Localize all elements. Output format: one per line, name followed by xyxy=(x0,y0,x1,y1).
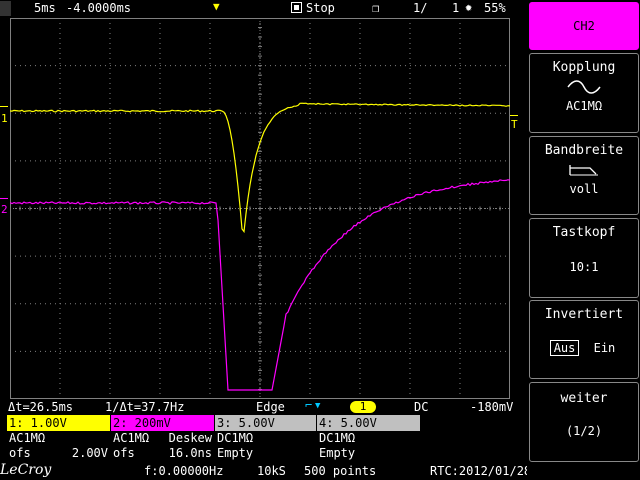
ch1-offset-row: ofs 2.00V xyxy=(7,446,110,461)
page-indicator: 1/ xyxy=(413,1,428,15)
ch3-info[interactable]: 3: 5.00V DC1MΩ Empty xyxy=(215,415,316,461)
probe-button[interactable]: Tastkopf 10:1 xyxy=(529,218,639,298)
menu-page-indicator: (1/2) xyxy=(565,424,603,438)
ch2-offset-row: ofs 16.0ns xyxy=(111,446,214,461)
trigger-coupling: DC xyxy=(414,400,429,414)
frequency-counter: f:0.00000Hz xyxy=(144,464,224,478)
ch2-coupling-row: AC1MΩ Deskew xyxy=(111,431,214,446)
probe-title: Tastkopf xyxy=(552,225,616,240)
invert-off-option[interactable]: Aus xyxy=(549,340,580,356)
invert-on-option[interactable]: Ein xyxy=(591,341,619,355)
ch2-coupling: AC1MΩ xyxy=(113,431,150,445)
delta-t: Δt=26.5ms xyxy=(8,400,74,414)
next-page-title: weiter xyxy=(560,391,608,406)
ch1-scale: 1: 1.00V xyxy=(7,415,110,431)
coupling-title: Kopplung xyxy=(552,60,616,75)
trigger-position-icon: ▼ xyxy=(213,0,220,13)
next-page-button[interactable]: weiter (1/2) xyxy=(529,382,639,462)
softkey-menu: CH2 Kopplung AC1MΩ Bandbreite voll Tastk… xyxy=(527,0,640,480)
invert-button[interactable]: Invertiert Aus Ein xyxy=(529,300,639,379)
ch2-offset-label: ofs xyxy=(113,446,135,460)
measurement-bar: Δt=26.5ms 1/Δt=37.7Hz Edge ⌐ ▼ 1 DC -180… xyxy=(0,398,527,415)
ch1-coupling: AC1MΩ xyxy=(9,431,46,445)
timebase: 5ms xyxy=(34,1,56,15)
battery-level: 55% xyxy=(484,1,506,15)
waveform-display[interactable] xyxy=(9,17,511,400)
bandwidth-filter-icon xyxy=(530,162,638,182)
coupling-button[interactable]: Kopplung AC1MΩ xyxy=(529,53,639,133)
ch3-status: Empty xyxy=(217,446,254,460)
ch3-coupling: DC1MΩ xyxy=(217,431,254,445)
trigger-mode[interactable]: Stop xyxy=(306,1,335,15)
ch4-status: Empty xyxy=(319,446,356,460)
ch4-info[interactable]: 4: 5.00V DC1MΩ Empty xyxy=(317,415,420,461)
acquisition-count: 1 xyxy=(452,1,460,15)
bandwidth-value: voll xyxy=(569,182,599,196)
run-indicator xyxy=(0,1,11,16)
menu-channel-header[interactable]: CH2 xyxy=(529,2,639,50)
grid xyxy=(9,17,511,400)
coupling-value: AC1MΩ xyxy=(565,99,603,113)
ac-coupling-icon xyxy=(530,79,638,99)
sample-rate: 10kS xyxy=(257,464,286,478)
waveform-canvas xyxy=(9,17,511,400)
ch4-coupling: DC1MΩ xyxy=(319,431,356,445)
probe-value: 10:1 xyxy=(569,260,599,274)
edge-icon: ⌐ xyxy=(305,398,313,412)
invert-title: Invertiert xyxy=(544,307,624,322)
brand-logo: LeCroy xyxy=(0,462,52,478)
bandwidth-title: Bandbreite xyxy=(544,143,624,158)
ch2-deskew-label: Deskew xyxy=(168,431,212,445)
trigger-type: Edge xyxy=(256,400,285,414)
bandwidth-button[interactable]: Bandbreite voll xyxy=(529,136,639,215)
falling-edge-icon: ▼ xyxy=(315,401,321,411)
stop-icon xyxy=(291,1,302,15)
inverse-delta-t: 1/Δt=37.7Hz xyxy=(105,400,185,414)
trigger-source: 1 xyxy=(350,401,376,413)
ch1-info[interactable]: 1: 1.00V AC1MΩ ofs 2.00V xyxy=(7,415,110,461)
battery-icon: ✹ xyxy=(465,0,473,14)
copy-icon: ❐ xyxy=(372,1,380,15)
ch2-scale: 2: 200mV xyxy=(111,415,214,431)
trigger-level: -180mV xyxy=(470,400,514,414)
ch3-scale: 3: 5.00V xyxy=(215,415,316,431)
trigger-delay: -4.0000ms xyxy=(66,1,132,15)
ch4-scale: 4: 5.00V xyxy=(317,415,420,431)
ch1-offset-label: ofs xyxy=(9,446,31,460)
record-length: 500 points xyxy=(304,464,377,478)
ch1-offset-value: 2.00V xyxy=(71,446,108,460)
status-bar: 5ms -4.0000ms ▼ Stop ❐ 1/ 1 ✹ 55% xyxy=(0,0,527,17)
menu-channel-label: CH2 xyxy=(573,19,595,33)
ch2-deskew-value: 16.0ns xyxy=(168,446,212,460)
ch2-info[interactable]: 2: 200mV AC1MΩ Deskew ofs 16.0ns xyxy=(111,415,214,461)
